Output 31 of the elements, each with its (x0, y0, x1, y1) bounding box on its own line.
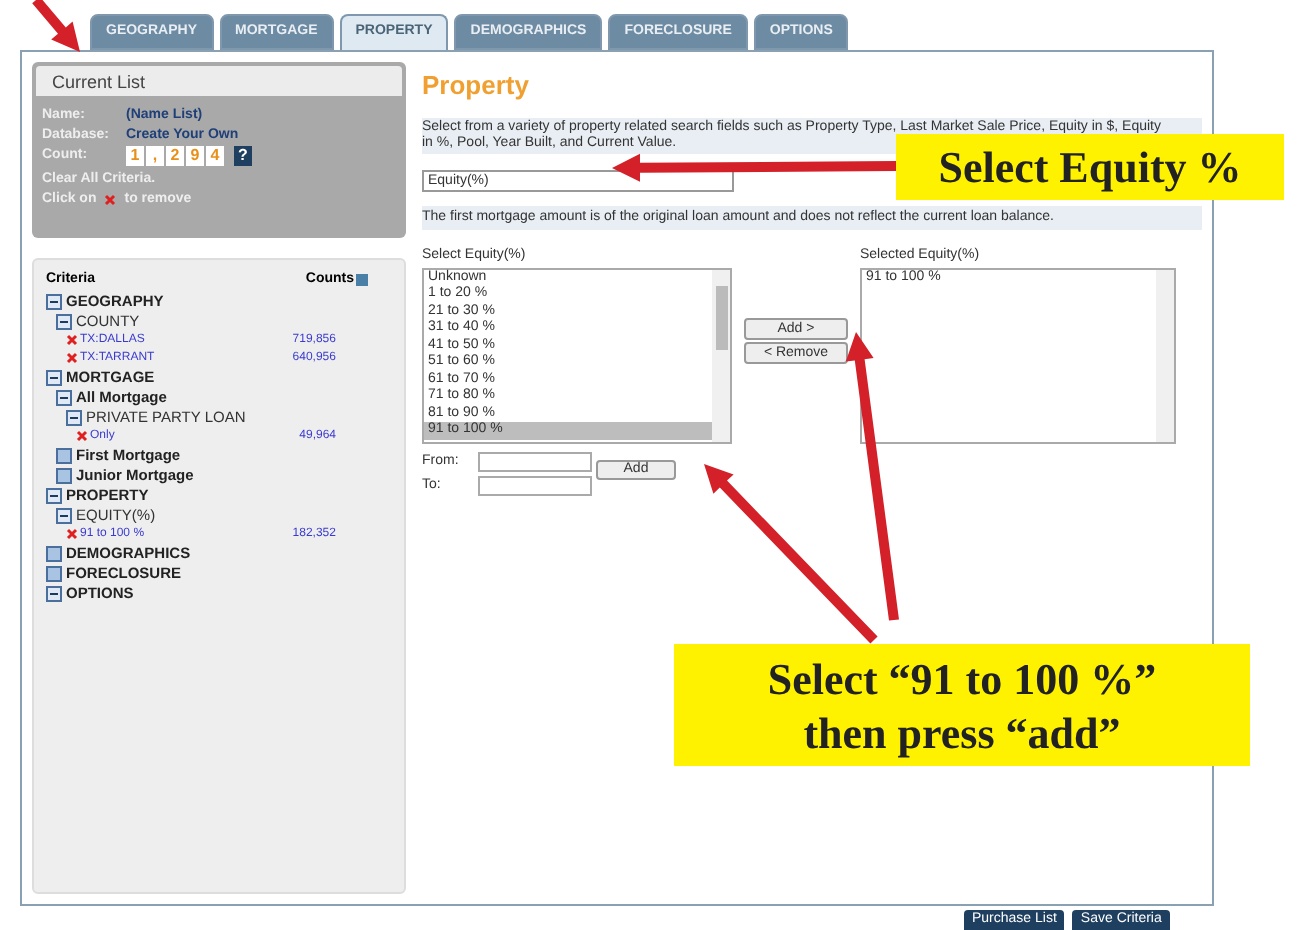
to-field[interactable] (478, 476, 592, 497)
callout: Select Equity % (896, 134, 1284, 200)
callout: Select “91 to 100 %” then press “add” (674, 644, 1250, 766)
expand-icon[interactable] (56, 447, 72, 463)
scrollbar[interactable] (712, 269, 730, 441)
collapse-icon[interactable] (46, 369, 62, 385)
collapse-icon[interactable] (66, 409, 82, 425)
arrow (32, 0, 80, 52)
page-heading: Property (422, 68, 531, 104)
from-field[interactable] (478, 451, 592, 472)
expand-icon[interactable] (46, 565, 62, 581)
collapse-icon[interactable] (46, 293, 62, 309)
panel-title: Current List (52, 72, 146, 92)
collapse-icon[interactable] (46, 585, 62, 601)
remove-icon[interactable] (66, 528, 78, 540)
expand-icon[interactable] (46, 545, 62, 561)
expand-icon[interactable] (56, 467, 72, 483)
collapse-icon[interactable] (46, 487, 62, 503)
remove-icon[interactable] (76, 430, 88, 442)
help-button[interactable]: ? (234, 146, 252, 166)
scrollbar[interactable] (1156, 269, 1174, 441)
remove-icon[interactable] (66, 352, 78, 364)
count-digit: 2 (166, 146, 184, 166)
count-digit: 1 (126, 146, 144, 166)
count-digit: 4 (206, 146, 224, 166)
collapse-icon[interactable] (56, 389, 72, 405)
count-digit: , (146, 146, 164, 166)
collapse-icon[interactable] (56, 313, 72, 329)
count-digit: 9 (186, 146, 204, 166)
remove-icon[interactable] (66, 334, 78, 346)
collapse-icon[interactable] (56, 507, 72, 523)
